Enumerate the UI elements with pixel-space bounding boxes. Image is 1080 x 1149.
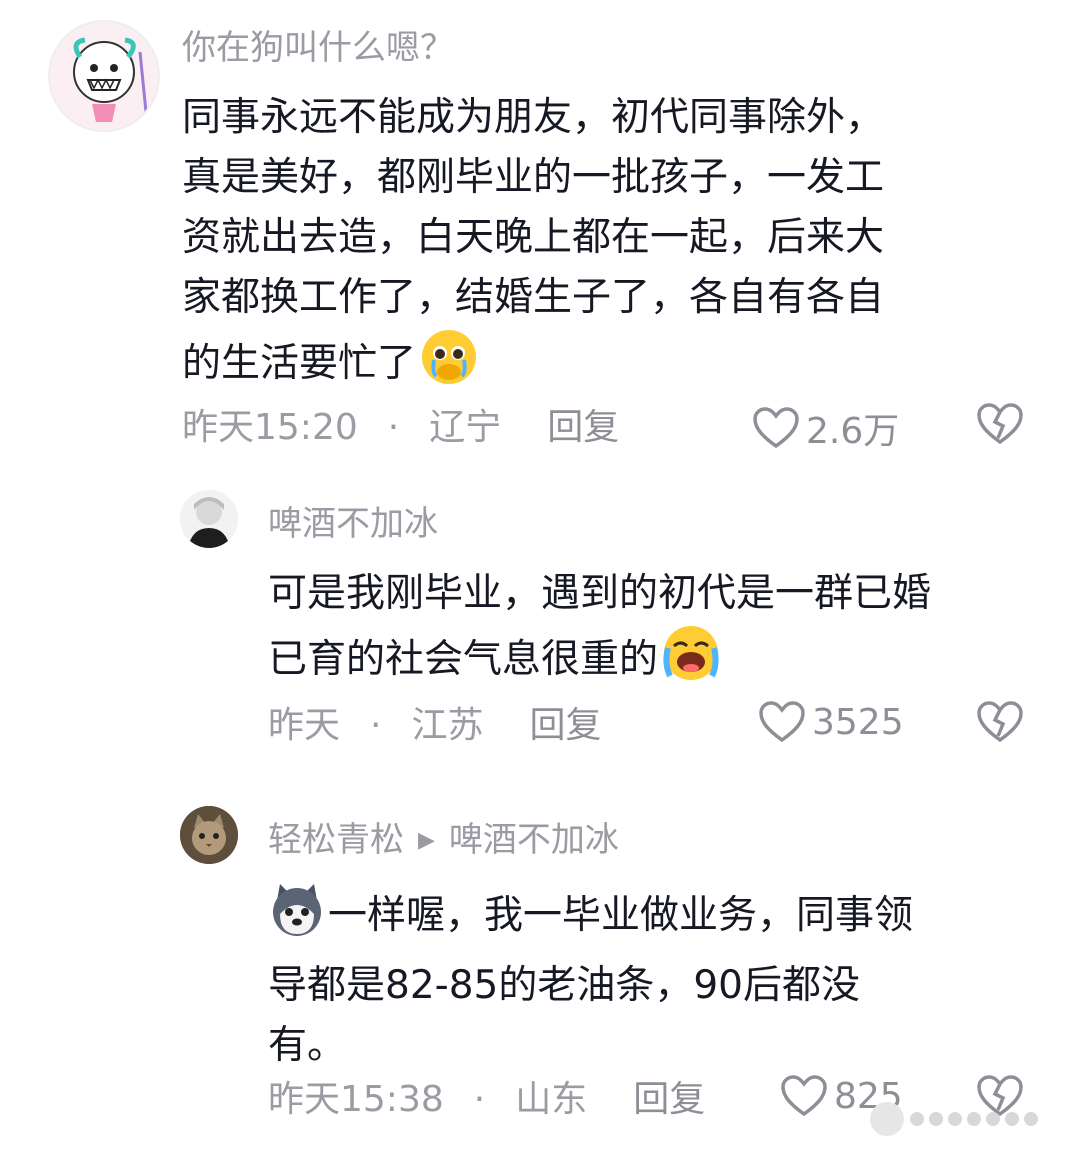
reply-button[interactable]: 回复 [633, 1078, 705, 1122]
comment-meta: 昨天 · 江苏 回复 [268, 704, 602, 748]
dislike-button[interactable] [976, 700, 1024, 748]
comment-text-line: 可是我刚毕业，遇到的初代是一群已婚 [268, 571, 932, 616]
comment-text-line: 资就出去造，白天晚上都在一起，后来大 [182, 215, 885, 260]
husky-dog-emoji-icon [268, 880, 326, 956]
comment-text-line: 导都是82-85的老油条，90后都没 [268, 963, 860, 1008]
comment-text-line: 家都换工作了，结婚生子了，各自有各自 [182, 275, 885, 320]
loudly-crying-emoji-icon [662, 624, 720, 700]
comment-meta: 昨天15:20 · 辽宁 回复 [182, 406, 619, 450]
avatar-cat-icon [180, 806, 238, 864]
dislike-button[interactable] [976, 402, 1024, 450]
heart-icon [781, 1075, 827, 1117]
like-button[interactable]: 2.6万 [752, 402, 899, 454]
comment-location: 山东 [515, 1079, 588, 1120]
comment-text-line: 的生活要忙了 [182, 341, 417, 386]
separator-dot: · [370, 705, 382, 746]
comment-location: 江苏 [411, 705, 484, 746]
avatar[interactable] [180, 806, 238, 864]
like-button[interactable]: 3525 [758, 700, 904, 744]
separator-dot: · [473, 1079, 486, 1120]
watermark-logo-icon [870, 1102, 904, 1136]
comment-time: 昨天15:20 [182, 407, 358, 448]
heart-icon [753, 407, 799, 449]
reply-arrow-icon: ▶ [418, 828, 435, 853]
pleading-tears-emoji-icon [420, 328, 478, 404]
comment-text-line: 真是美好，都刚毕业的一批孩子，一发工 [182, 155, 885, 200]
comment-username[interactable]: 啤酒不加冰 [268, 504, 438, 544]
reply-button[interactable]: 回复 [547, 406, 619, 450]
comment-username: 轻松青松 ▶ 啤酒不加冰 [268, 820, 619, 861]
heart-icon [759, 701, 805, 743]
broken-heart-icon [977, 701, 1023, 743]
broken-heart-icon [977, 403, 1023, 445]
comment-text-line: 一样喔，我一毕业做业务，同事领 [328, 893, 914, 938]
comment-text: 可是我刚毕业，遇到的初代是一群已婚 已育的社会气息很重的 [268, 564, 1058, 700]
comment-text-line: 同事永远不能成为朋友，初代同事除外， [182, 95, 885, 140]
comment-meta: 昨天15:38 · 山东 回复 [268, 1078, 705, 1122]
avatar[interactable] [48, 20, 160, 132]
avatar-drawing-icon [73, 37, 148, 122]
comment-time: 昨天 [268, 705, 341, 746]
separator-dot: · [387, 407, 400, 448]
reply-button[interactable]: 回复 [529, 704, 601, 748]
comment-text-line: 有。 [268, 1023, 347, 1068]
comment-username[interactable]: 你在狗叫什么嗯？ [182, 28, 454, 68]
watermark-dots-icon [910, 1112, 1038, 1126]
comment-text: 同事永远不能成为朋友，初代同事除外， 真是美好，都刚毕业的一批孩子，一发工 资就… [182, 88, 1042, 404]
watermark [870, 1099, 1060, 1139]
comment-text-line: 已育的社会气息很重的 [268, 637, 659, 682]
comment-location: 辽宁 [429, 407, 502, 448]
reply-to-username[interactable]: 啤酒不加冰 [449, 820, 619, 860]
comment-text: 一样喔，我一毕业做业务，同事领 导都是82-85的老油条，90后都没 有。 [268, 880, 1058, 1076]
comment-username-label[interactable]: 轻松青松 [268, 820, 404, 860]
like-count: 2.6万 [806, 411, 900, 452]
avatar-portrait-icon [180, 490, 238, 548]
comment-time: 昨天15:38 [268, 1079, 444, 1120]
like-count: 3525 [812, 701, 904, 743]
avatar[interactable] [180, 490, 238, 548]
